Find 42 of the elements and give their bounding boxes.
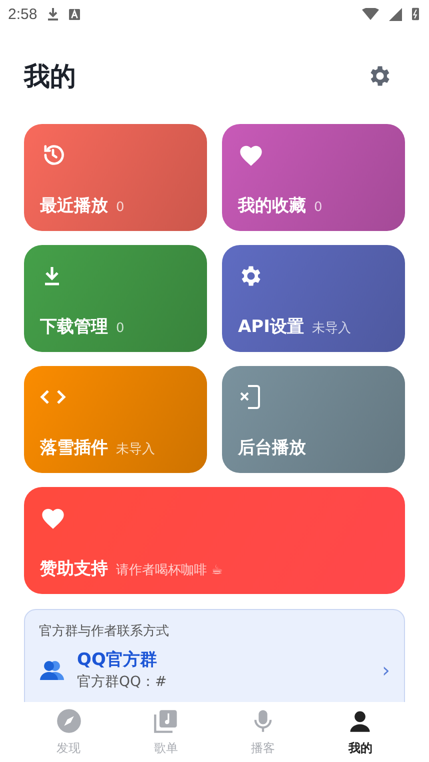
feature-card[interactable]: API设置 未导入 [222, 245, 405, 352]
contact-heading: 官方群与作者联系方式 [39, 623, 170, 640]
status-time: 2:58 [8, 6, 38, 22]
feature-card[interactable]: 下载管理 0 [24, 245, 207, 352]
card-title: API设置 [238, 316, 304, 338]
signal-icon [389, 8, 402, 20]
card-title: 落雪插件 [40, 437, 108, 459]
contact-name[interactable]: QQ官方群 [77, 648, 372, 671]
card-note: 0 [314, 200, 322, 215]
compass-icon [56, 708, 82, 734]
card-title: 最近播放 [40, 195, 108, 217]
feature-card[interactable]: 落雪插件 未导入 [24, 366, 207, 473]
download-icon [47, 7, 60, 21]
card-note: 未导入 [312, 320, 351, 337]
card-title: 后台播放 [238, 437, 306, 459]
nav-tab[interactable]: 我的 [312, 702, 409, 762]
music-album-icon [152, 708, 179, 734]
card-note: 0 [116, 321, 124, 336]
nav-tab[interactable]: 播客 [214, 702, 312, 762]
code-icon [40, 389, 66, 405]
heart-icon [238, 143, 264, 167]
feature-card[interactable]: 我的收藏 0 [222, 124, 405, 231]
battery-icon [412, 7, 419, 21]
heart-icon [40, 506, 66, 530]
contact-detail: 官方群QQ：# [77, 673, 168, 691]
card-note: 请作者喝杯咖啡 ☕ [116, 562, 223, 579]
chevron-icon[interactable]: › [382, 660, 390, 680]
phone-icon [238, 384, 262, 410]
card-note: 0 [116, 200, 124, 215]
card-note: 未导入 [116, 441, 155, 458]
people-icon [39, 660, 65, 680]
card-title: 我的收藏 [238, 195, 306, 217]
card-title: 下载管理 [40, 316, 108, 338]
page-title: 我的 [24, 60, 76, 94]
feature-card[interactable]: 最近播放 0 [24, 124, 207, 231]
font-icon [69, 8, 80, 20]
feature-card[interactable]: 赞助支持 请作者喝杯咖啡 ☕ [24, 487, 405, 594]
feature-card[interactable]: 后台播放 [222, 366, 405, 473]
nav-tab[interactable]: 歌单 [117, 702, 214, 762]
card-title: 赞助支持 [40, 558, 108, 580]
wifi-icon [362, 8, 379, 20]
nav-tab[interactable]: 发现 [20, 702, 118, 762]
